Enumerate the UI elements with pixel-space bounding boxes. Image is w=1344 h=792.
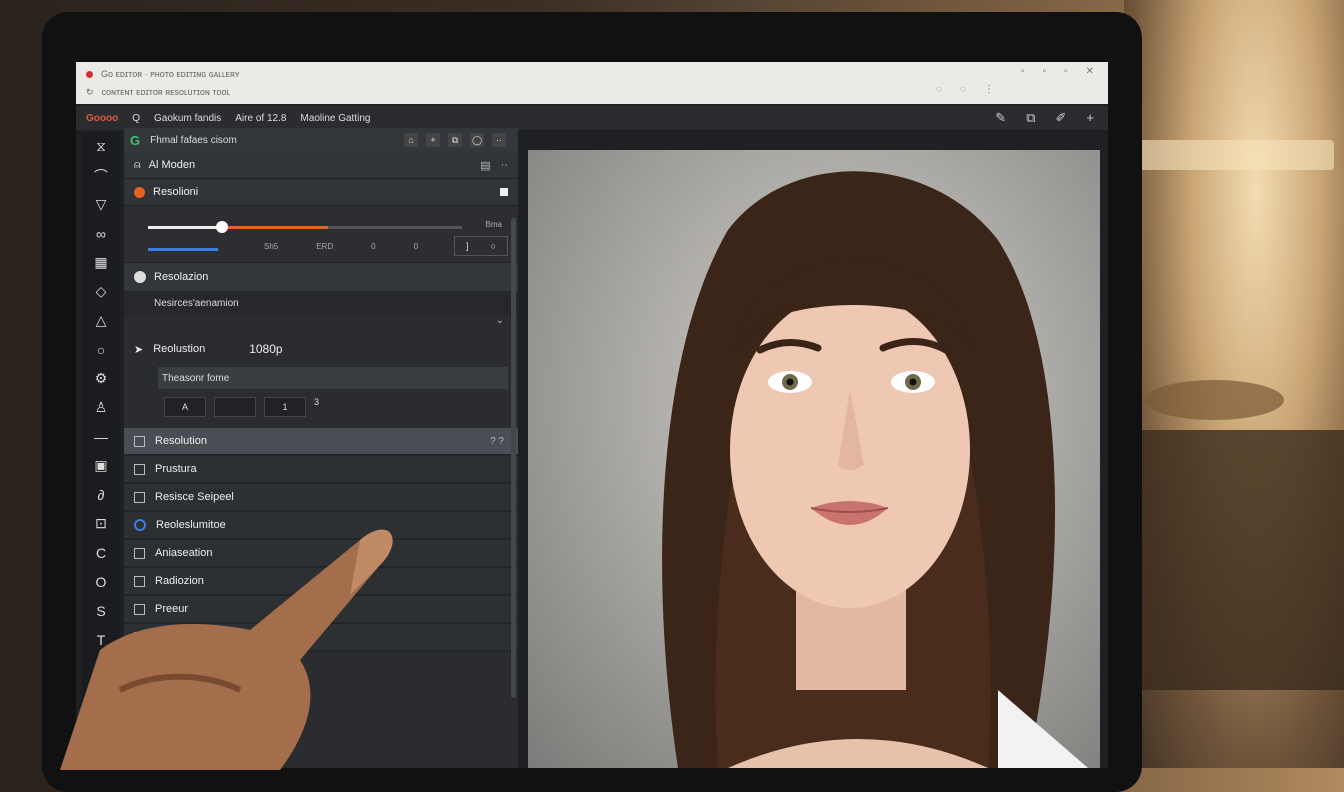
- circle-icon[interactable]: ○: [82, 335, 120, 364]
- window-icon-3[interactable]: ▫: [1064, 66, 1068, 77]
- ai-icon: ⍝: [134, 158, 141, 171]
- menu-item-3[interactable]: Maoline Gatting: [300, 113, 370, 124]
- gear-icon[interactable]: ⚙: [82, 364, 120, 393]
- ai-section-actions: ▤ ··: [480, 159, 508, 172]
- lamp-base: [1144, 380, 1284, 420]
- numeric-fields: A 1 3: [164, 397, 518, 417]
- plus-icon[interactable]: +: [426, 133, 440, 147]
- checkbox-icon[interactable]: [134, 435, 145, 447]
- resolution-value[interactable]: 1080p: [249, 342, 282, 356]
- resolution-checkbox[interactable]: [500, 188, 508, 196]
- resolution-sub-label: Nesirces'aenamion: [124, 291, 518, 315]
- slider-handle[interactable]: [216, 221, 228, 233]
- app-menubar: Gᴏᴏᴏᴏ Q Gaokum fandis Aire of 12.8 Maoli…: [76, 106, 1108, 130]
- triangle-icon[interactable]: △: [82, 306, 120, 335]
- browser-favicon-icon[interactable]: [86, 70, 93, 78]
- info-icon[interactable]: ◯: [470, 133, 484, 147]
- resolution-header-label: Resolazion: [154, 271, 209, 283]
- slider-values: Sh5 ERD 0 0: [264, 242, 418, 251]
- layer-list-item-label: Resolution: [155, 435, 207, 447]
- menu-item-1[interactable]: Gaokum fandis: [154, 113, 221, 124]
- extension-icon-1[interactable]: ◌: [936, 84, 942, 95]
- top-right-tools: ✎ ⧉ ✐ +: [995, 110, 1094, 126]
- grid-icon[interactable]: ▦: [82, 248, 120, 277]
- marker-icon[interactable]: ◇: [82, 277, 120, 306]
- numeric-field-4[interactable]: 3: [314, 397, 319, 417]
- search-icon[interactable]: Q: [132, 113, 140, 124]
- line-icon[interactable]: —: [82, 422, 120, 451]
- menu-item-2[interactable]: Aire of 12.8: [235, 113, 286, 124]
- layers-icon[interactable]: ⧖: [82, 132, 120, 161]
- browser-address-row: ↻ ᴄᴏɴᴛᴇɴᴛ ᴇᴅɪᴛᴏʀ ʀᴇsᴏʟᴜᴛɪᴏɴ ᴛᴏᴏʟ: [86, 84, 230, 100]
- address-bar[interactable]: ᴄᴏɴᴛᴇɴᴛ ᴇᴅɪᴛᴏʀ ʀᴇsᴏʟᴜᴛɪᴏɴ ᴛᴏᴏʟ: [102, 87, 231, 97]
- arc-tool-icon[interactable]: ⌒: [82, 161, 120, 190]
- numeric-field-2[interactable]: [214, 397, 256, 417]
- numeric-field-1[interactable]: A: [164, 397, 206, 417]
- resolution-toggle-section[interactable]: Resolioni: [124, 179, 518, 206]
- pen-icon[interactable]: ✐: [1056, 110, 1067, 126]
- slider-max-label: Bma: [485, 220, 502, 229]
- play-icon: ➤: [134, 343, 144, 356]
- add-icon[interactable]: +: [1086, 110, 1094, 126]
- extension-icon-2[interactable]: ◌: [960, 84, 966, 95]
- lamp-shade: [1134, 140, 1334, 170]
- slider-fill-white: [148, 226, 222, 229]
- panel-tab-bar: G Fhmal fafaes cisom ⌂ + ⧉ ◯ ··: [124, 128, 518, 152]
- resolution-header[interactable]: Resolazion: [124, 263, 518, 291]
- slider-value-4: 0: [413, 242, 419, 251]
- resolution-section-actions: [500, 188, 508, 196]
- g-logo-icon[interactable]: G: [130, 133, 140, 148]
- layer-list-item[interactable]: Resolution? ?: [124, 428, 518, 456]
- menu-icon[interactable]: ⋮: [984, 84, 994, 95]
- resolution-section-label: Resolioni: [153, 186, 199, 198]
- resolution-input-field[interactable]: Theasonr fome: [158, 367, 508, 389]
- copy-icon[interactable]: ⧉: [448, 133, 462, 147]
- lasso-icon[interactable]: ▽: [82, 190, 120, 219]
- slider-value-box[interactable]: ] ○: [454, 236, 508, 256]
- browser-tab-row: Gᴏ ᴇᴅɪᴛᴏʀ · ᴘʜᴏᴛᴏ ᴇᴅɪᴛɪɴɢ ɢᴀʟʟᴇʀʏ: [86, 66, 240, 82]
- resolution-status-icon: [134, 186, 145, 198]
- app-logo[interactable]: Gᴏᴏᴏᴏ: [86, 113, 118, 124]
- browser-extension-icons: ◌ ◌ ⋮: [936, 84, 994, 95]
- more-icon-2[interactable]: ··: [501, 159, 508, 172]
- window-icon-1[interactable]: ▫: [1021, 66, 1025, 77]
- numeric-field-3[interactable]: 1: [264, 397, 306, 417]
- more-icon[interactable]: ··: [492, 133, 506, 147]
- window-controls: ▫ ▫ ▫ ✕: [1021, 66, 1094, 77]
- bracket-icon: ]: [466, 241, 469, 251]
- save-icon[interactable]: ▤: [480, 159, 490, 172]
- resolution-sliders: Bma Sh5 ERD 0 0 ] ○: [124, 206, 518, 263]
- brush-icon[interactable]: ✎: [995, 110, 1006, 126]
- reload-icon[interactable]: ↻: [86, 87, 94, 98]
- resolution-radio-icon[interactable]: [134, 271, 146, 283]
- ai-model-label: Al Moden: [148, 159, 196, 171]
- slider-value-3: 0: [371, 242, 376, 251]
- chevron-down-icon[interactable]: ⌄: [124, 315, 518, 335]
- panel-tab-actions: ⌂ + ⧉ ◯ ··: [404, 133, 518, 147]
- slider-value-2: ERD: [316, 242, 334, 251]
- resolution-row-label: Reolustion: [153, 343, 206, 355]
- slider-fill-orange: [222, 226, 328, 229]
- resolution-value-row[interactable]: ➤ Reolustion 1080p: [124, 335, 518, 363]
- ai-model-section[interactable]: ⍝ Al Moden ▤ ··: [124, 152, 518, 179]
- reset-icon[interactable]: ○: [491, 241, 496, 251]
- pointing-hand: [60, 529, 393, 770]
- resolution-slider[interactable]: [148, 221, 462, 233]
- crop-icon[interactable]: ⧉: [1026, 110, 1035, 126]
- secondary-slider[interactable]: [148, 248, 218, 251]
- background-shelf: [1134, 430, 1344, 690]
- stamp-icon[interactable]: ♙: [82, 393, 120, 422]
- window-icon-2[interactable]: ▫: [1043, 66, 1047, 77]
- close-icon[interactable]: ✕: [1086, 66, 1094, 77]
- link-icon[interactable]: ∞: [82, 219, 120, 248]
- home-icon[interactable]: ⌂: [404, 133, 418, 147]
- browser-chrome: Gᴏ ᴇᴅɪᴛᴏʀ · ᴘʜᴏᴛᴏ ᴇᴅɪᴛɪɴɢ ɢᴀʟʟᴇʀʏ ↻ ᴄᴏɴᴛ…: [76, 62, 1108, 104]
- slider-value-1: Sh5: [264, 242, 279, 251]
- portrait-photo-canvas[interactable]: [528, 150, 1100, 768]
- panel-tab-title[interactable]: Fhmal fafaes cisom: [150, 135, 237, 146]
- portrait-image: [662, 171, 1088, 768]
- browser-tab-title[interactable]: Gᴏ ᴇᴅɪᴛᴏʀ · ᴘʜᴏᴛᴏ ᴇᴅɪᴛɪɴɢ ɢᴀʟʟᴇʀʏ: [101, 69, 240, 79]
